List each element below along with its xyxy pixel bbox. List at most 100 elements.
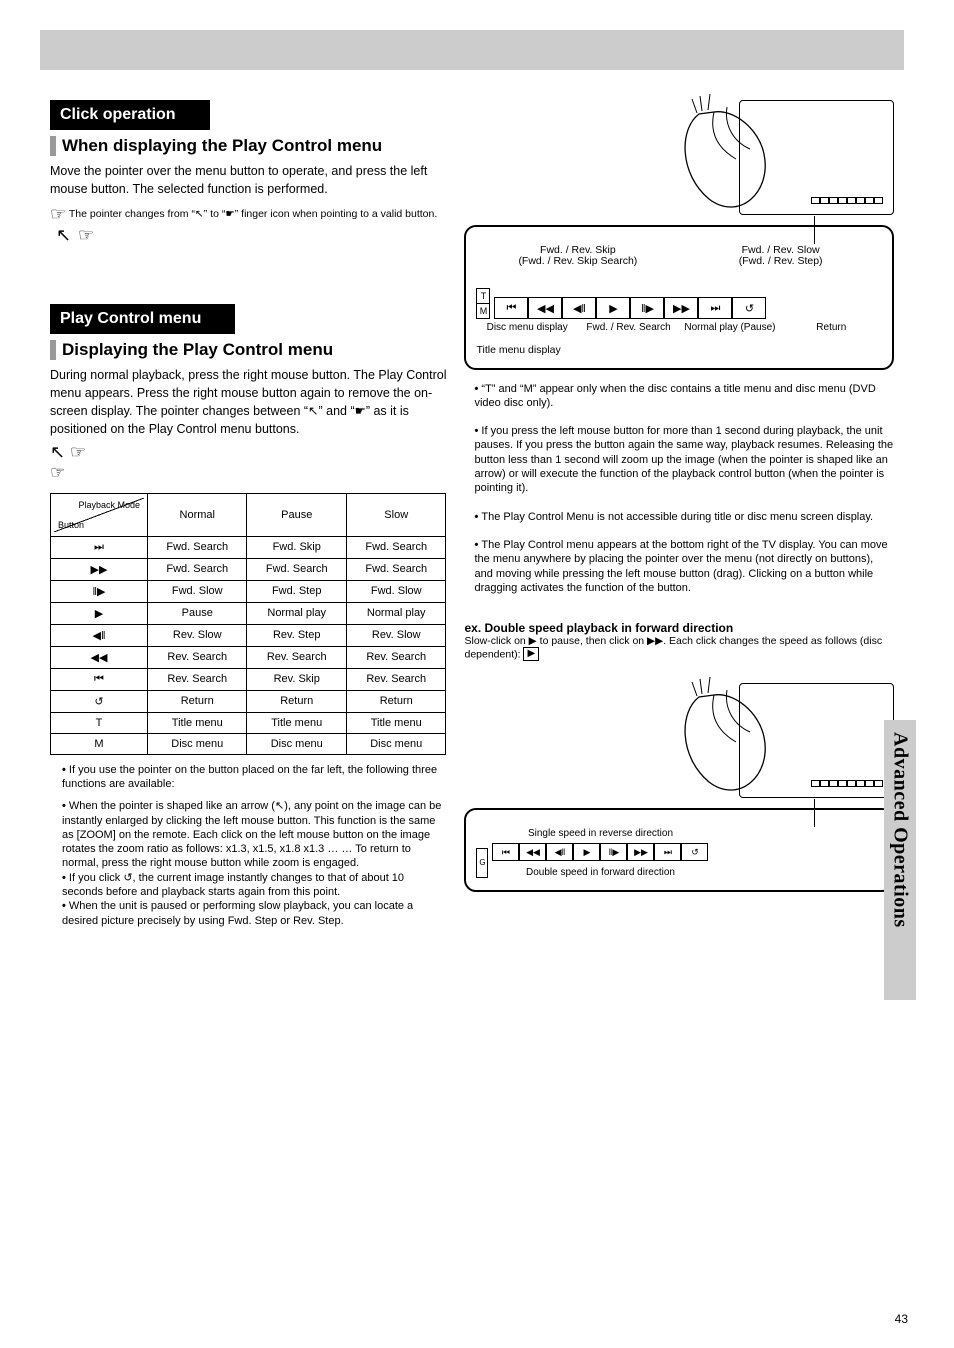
mini-control-bar bbox=[811, 780, 883, 787]
finger-icon-large: ☞ bbox=[50, 463, 446, 483]
play-control-diagram-2: G Single speed in reverse direction ⏮ ◀◀… bbox=[464, 808, 894, 892]
table-cell: Rev. Search bbox=[148, 668, 247, 690]
note-t-m: “T” and “M” appear only when the disc co… bbox=[474, 382, 894, 411]
table-row-button: ◀‖ bbox=[51, 624, 148, 646]
finger-icon: ☞ bbox=[70, 443, 86, 461]
rev-search-button[interactable]: ◀◀ bbox=[519, 843, 546, 861]
table-row-button: ↺ bbox=[51, 690, 148, 712]
rev-step-button[interactable]: ◀‖ bbox=[546, 843, 573, 861]
table-cell: Rev. Skip bbox=[247, 668, 346, 690]
finger-icon: ☞ bbox=[50, 204, 66, 225]
table-cell: Fwd. Skip bbox=[247, 536, 346, 558]
fwd-search-button[interactable]: ▶▶ bbox=[664, 297, 698, 319]
table-cell: Fwd. Slow bbox=[148, 580, 247, 602]
table-header-mode: Playback Mode bbox=[78, 500, 140, 510]
zoom-bullet: When the pointer is shaped like an arrow… bbox=[62, 799, 446, 870]
table-row-button: ▶▶ bbox=[51, 558, 148, 580]
table-cell: Fwd. Search bbox=[247, 558, 346, 580]
page-number: 43 bbox=[895, 1312, 908, 1326]
table-row-button: M bbox=[51, 733, 148, 754]
table-cell: Title menu bbox=[148, 712, 247, 733]
cap-slow: Fwd. / Rev. Slow (Fwd. / Rev. Step) bbox=[679, 245, 882, 267]
para-display-menu: During normal playback, press the right … bbox=[50, 366, 446, 439]
rev-step-button[interactable]: ◀‖ bbox=[562, 297, 596, 319]
g-button[interactable]: G bbox=[476, 848, 488, 878]
example-heading: ex. Double speed playback in forward dir… bbox=[464, 621, 894, 635]
header-bar bbox=[40, 30, 904, 70]
fwd-step-button[interactable]: ‖▶ bbox=[600, 843, 627, 861]
label-title-menu: Title menu display bbox=[476, 344, 882, 356]
play-control-diagram-1: Fwd. / Rev. Skip (Fwd. / Rev. Skip Searc… bbox=[464, 225, 894, 370]
return-button[interactable]: ↺ bbox=[681, 843, 708, 861]
cap-single-rev: Single speed in reverse direction bbox=[492, 828, 708, 839]
para-click-op: Move the pointer over the menu button to… bbox=[50, 162, 446, 198]
table-cell: Rev. Search bbox=[346, 668, 446, 690]
table-cell: Return bbox=[148, 690, 247, 712]
illustration-mouse-monitor-2 bbox=[664, 683, 894, 818]
table-cell: Rev. Search bbox=[247, 646, 346, 668]
table-cell: Disc menu bbox=[148, 733, 247, 754]
table-cell: Fwd. Search bbox=[148, 536, 247, 558]
table-cell: Title menu bbox=[247, 712, 346, 733]
table-cell: Fwd. Slow bbox=[346, 580, 446, 602]
command-table: Playback ModeButton Normal Pause Slow ⏭F… bbox=[50, 493, 446, 755]
heading-play-control-menu: Play Control menu bbox=[50, 304, 235, 334]
table-cell: Fwd. Search bbox=[346, 536, 446, 558]
cap-skip: Fwd. / Rev. Skip (Fwd. / Rev. Skip Searc… bbox=[476, 245, 679, 267]
table-cell: Title menu bbox=[346, 712, 446, 733]
subheading-display-play-control: When displaying the Play Control menu bbox=[50, 136, 446, 156]
note-pointer-change: The pointer changes from “↖” to “☛” fing… bbox=[69, 208, 437, 220]
table-cell: Rev. Slow bbox=[148, 624, 247, 646]
table-cell: Pause bbox=[148, 602, 247, 624]
subheading-displaying: Displaying the Play Control menu bbox=[50, 340, 446, 360]
next-skip-button[interactable]: ⏭ bbox=[698, 297, 732, 319]
prev-skip-button[interactable]: ⏮ bbox=[494, 297, 528, 319]
table-row-button: ⏮ bbox=[51, 668, 148, 690]
side-tab-advanced: Advanced Operations bbox=[884, 720, 916, 1000]
fwd-step-button[interactable]: ‖▶ bbox=[630, 297, 664, 319]
table-cell: Return bbox=[247, 690, 346, 712]
table-cell: Fwd. Step bbox=[247, 580, 346, 602]
return-bullet: If you click ↺, the current image instan… bbox=[62, 871, 446, 900]
table-cell: Fwd. Search bbox=[148, 558, 247, 580]
note-drag-menu: The Play Control menu appears at the bot… bbox=[474, 538, 894, 595]
cap-search: Fwd. / Rev. Search bbox=[578, 323, 679, 334]
note-hold-pause: If you press the left mouse button for m… bbox=[474, 424, 894, 495]
play-button[interactable]: ▶ bbox=[596, 297, 630, 319]
rev-search-button[interactable]: ◀◀ bbox=[528, 297, 562, 319]
table-cell: Rev. Search bbox=[346, 646, 446, 668]
prev-skip-button[interactable]: ⏮ bbox=[492, 843, 519, 861]
table-row-button: ‖▶ bbox=[51, 580, 148, 602]
cap-normal: Normal play (Pause) bbox=[679, 323, 780, 334]
m-button[interactable]: M bbox=[477, 304, 489, 318]
table-row-button: T bbox=[51, 712, 148, 733]
note-not-accessible: The Play Control Menu is not accessible … bbox=[474, 510, 894, 524]
table-col-normal: Normal bbox=[148, 493, 247, 536]
example-text: Slow-click on ▶ to pause, then click on … bbox=[464, 635, 894, 661]
table-cell: Disc menu bbox=[247, 733, 346, 754]
cap-return: Return bbox=[781, 323, 882, 334]
step-bullet: When the unit is paused or performing sl… bbox=[62, 899, 446, 928]
inline-icons-row: ↖ ☞ bbox=[50, 442, 446, 461]
table-cell: Return bbox=[346, 690, 446, 712]
arrow-icon: ↖ bbox=[56, 225, 71, 246]
illustration-mouse-monitor-1 bbox=[664, 100, 894, 235]
heading-click-operation: Click operation bbox=[50, 100, 210, 130]
next-skip-button[interactable]: ⏭ bbox=[654, 843, 681, 861]
table-row-button: ◀◀ bbox=[51, 646, 148, 668]
play-icon-inline: ▶ bbox=[523, 647, 539, 661]
table-col-slow: Slow bbox=[346, 493, 446, 536]
table-cell: Normal play bbox=[346, 602, 446, 624]
return-button[interactable]: ↺ bbox=[732, 297, 766, 319]
finger-icon: ☞ bbox=[78, 225, 94, 246]
play-button[interactable]: ▶ bbox=[573, 843, 600, 861]
table-cell: Rev. Slow bbox=[346, 624, 446, 646]
table-row-button: ⏭ bbox=[51, 536, 148, 558]
table-col-pause: Pause bbox=[247, 493, 346, 536]
table-cell: Disc menu bbox=[346, 733, 446, 754]
table-cell: Rev. Search bbox=[148, 646, 247, 668]
note-below-table: If you use the pointer on the button pla… bbox=[62, 763, 446, 792]
table-cell: Rev. Step bbox=[247, 624, 346, 646]
t-button[interactable]: T bbox=[477, 289, 489, 304]
fwd-search-button[interactable]: ▶▶ bbox=[627, 843, 654, 861]
